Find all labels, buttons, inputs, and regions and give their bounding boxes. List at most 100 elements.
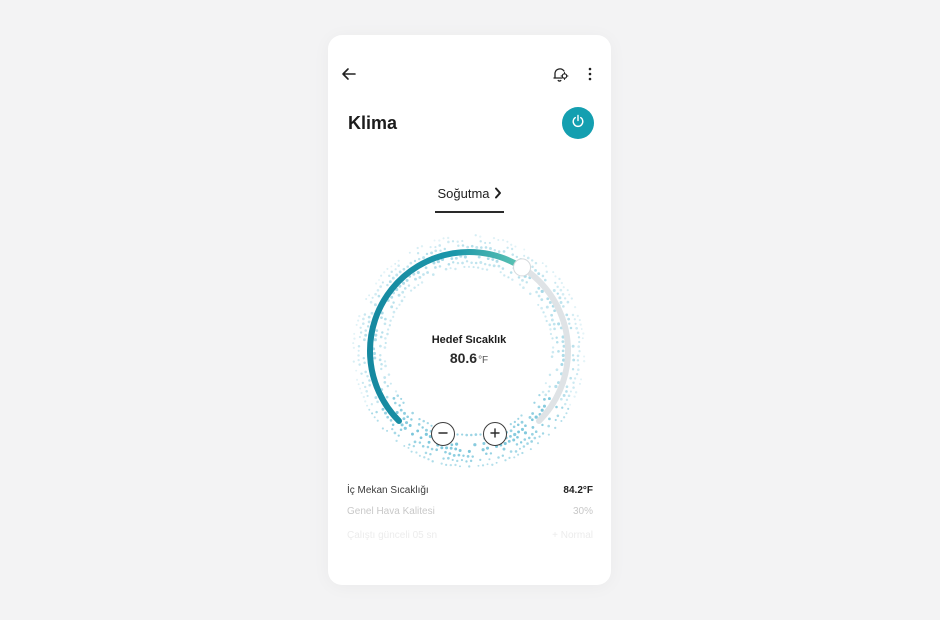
halo-dot — [526, 442, 529, 445]
halo-dot — [402, 401, 405, 404]
halo-dot — [554, 275, 557, 278]
halo-dot — [506, 240, 509, 243]
halo-dot — [381, 407, 385, 411]
target-temperature-label: Hedef Sıcaklık — [431, 334, 507, 346]
halo-dot — [491, 463, 494, 466]
halo-dot — [430, 251, 434, 255]
halo-dot — [418, 441, 422, 444]
halo-dot — [517, 453, 520, 456]
halo-dot — [449, 463, 452, 467]
halo-dot — [466, 455, 470, 458]
halo-dot — [416, 246, 419, 250]
mode-selector[interactable]: Soğutma — [435, 185, 504, 213]
halo-dot — [578, 318, 581, 322]
halo-dot — [515, 443, 519, 446]
halo-dot — [546, 297, 550, 301]
minus-icon — [438, 425, 448, 443]
halo-dot — [406, 265, 409, 268]
halo-dot — [395, 439, 398, 443]
halo-dot — [394, 401, 397, 405]
halo-dot — [547, 397, 551, 400]
halo-dot — [356, 378, 359, 381]
halo-dot — [560, 281, 563, 285]
halo-dot — [456, 240, 459, 243]
temperature-dial[interactable]: Hedef Sıcaklık 80.6°F — [348, 230, 590, 472]
halo-dot — [512, 438, 516, 442]
halo-dot — [525, 281, 528, 284]
halo-dot — [377, 294, 381, 298]
halo-dot — [392, 310, 396, 314]
halo-dot — [569, 326, 573, 330]
halo-dot — [447, 240, 450, 244]
info-row-indoor-temperature: İç Mekan Sıcaklığı 84.2°F — [347, 485, 593, 496]
halo-dot — [390, 270, 393, 274]
decrease-temperature-button[interactable] — [431, 422, 455, 446]
halo-dot — [529, 448, 532, 451]
halo-dot — [501, 454, 505, 457]
halo-dot — [517, 276, 521, 279]
halo-dot — [548, 417, 551, 421]
halo-dot — [375, 410, 378, 414]
halo-dot — [480, 246, 483, 249]
halo-dot — [418, 275, 422, 279]
halo-dot — [513, 420, 516, 424]
halo-dot — [497, 250, 501, 253]
halo-dot — [394, 390, 398, 393]
halo-dot — [457, 244, 460, 247]
increase-temperature-button[interactable] — [483, 422, 507, 446]
back-arrow-icon — [341, 66, 357, 87]
halo-dot — [509, 434, 512, 438]
more-options-button[interactable] — [580, 65, 600, 87]
halo-dot — [368, 379, 371, 382]
halo-dot — [577, 368, 580, 371]
halo-dot — [519, 441, 523, 444]
halo-dot — [361, 381, 364, 384]
halo-dot — [572, 386, 575, 389]
halo-dot — [371, 412, 374, 415]
halo-dot — [502, 250, 506, 253]
halo-dot — [456, 261, 460, 265]
halo-dot — [389, 419, 393, 422]
halo-dot — [386, 429, 389, 432]
halo-dot — [425, 252, 429, 256]
info-value: 30% — [572, 506, 593, 517]
target-temperature-unit: °F — [478, 355, 489, 366]
dial-handle[interactable] — [513, 258, 532, 277]
halo-dot — [397, 293, 401, 297]
halo-dot — [534, 430, 538, 434]
halo-dot — [485, 268, 489, 271]
halo-dot — [355, 369, 358, 372]
halo-dot — [552, 271, 555, 274]
back-button[interactable] — [338, 65, 360, 87]
halo-dot — [422, 419, 425, 423]
halo-dot — [390, 295, 394, 299]
halo-dot — [445, 446, 449, 450]
halo-dot — [575, 326, 578, 330]
halo-dot — [562, 305, 565, 308]
halo-dot — [387, 373, 391, 376]
target-temperature: Hedef Sıcaklık 80.6°F — [348, 334, 590, 366]
target-temperature-value: 80.6°F — [348, 350, 590, 366]
halo-dot — [580, 328, 583, 330]
halo-dot — [419, 436, 423, 440]
halo-dot — [485, 452, 488, 456]
halo-dot — [545, 265, 548, 268]
halo-dot — [383, 381, 387, 384]
halo-dot — [455, 442, 459, 446]
halo-dot — [576, 314, 579, 317]
notification-settings-button[interactable] — [549, 65, 571, 87]
halo-dot — [448, 452, 452, 456]
halo-dot — [467, 265, 471, 268]
halo-dot — [541, 262, 544, 265]
halo-dot — [380, 316, 383, 320]
halo-dot — [559, 288, 563, 292]
halo-dot — [472, 266, 475, 269]
halo-dot — [507, 276, 510, 279]
power-button[interactable] — [562, 107, 594, 139]
halo-dot — [403, 295, 406, 299]
halo-dot — [565, 398, 569, 402]
halo-dot — [384, 411, 387, 415]
halo-dot — [549, 328, 552, 331]
halo-dot — [451, 458, 454, 462]
info-value: 84.2°F — [563, 485, 593, 496]
